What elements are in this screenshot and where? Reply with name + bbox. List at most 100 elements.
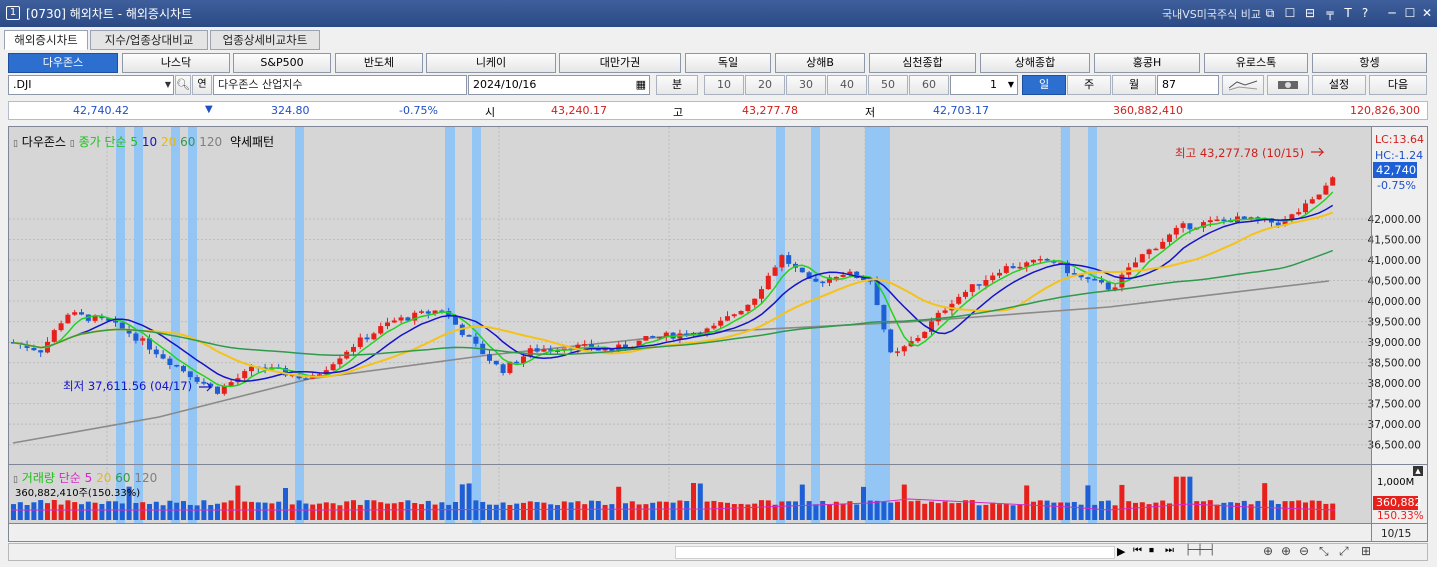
link-button[interactable]: 연 [192,75,212,95]
volume-bar [840,503,846,520]
bars-field[interactable]: 87 [1157,75,1219,95]
volume-bar [194,505,200,520]
close-icon[interactable]: ✕ [1419,5,1435,21]
vol-legend-name: 거래량 [21,471,55,485]
candle-body [1323,185,1329,195]
candle-body [140,338,146,341]
volume-bar [779,501,785,520]
market-button-6[interactable]: 독일 [685,53,771,73]
pin-icon[interactable]: ╤ [1322,5,1338,21]
layout-icon[interactable]: ☐ [1282,5,1298,21]
rewind-icon[interactable]: ⏮ [1133,545,1142,556]
market-button-10[interactable]: 홍콩H [1094,53,1200,73]
text-icon[interactable]: T [1340,5,1356,21]
volume-bar [153,501,159,520]
zoom-out-icon[interactable]: ⊖ [1299,544,1309,558]
candle-body [901,346,907,352]
calendar-icon[interactable]: ▦ [636,76,646,94]
search-icon[interactable]: 🔍︎ [175,75,191,95]
zoom-fit-icon[interactable]: ⊞ [1361,544,1371,558]
minimize-icon[interactable]: ─ [1384,5,1400,21]
collapse-icon[interactable]: ▲ [1413,466,1423,476]
min-40-button[interactable]: 40 [827,75,867,95]
volume-bar [72,502,78,520]
expand-icon[interactable]: ⤡ [1319,544,1329,559]
min-30-button[interactable]: 30 [786,75,826,95]
scroll-right-icon[interactable]: ▶ [1117,545,1125,558]
legend-ma-type: 단순 [104,135,127,149]
market-button-4[interactable]: 니케이 [426,53,556,73]
search-zoom-icon[interactable]: ⊕ [1263,544,1273,558]
draw-tool-icon[interactable] [1222,75,1264,95]
volume-pane [9,466,1371,522]
tab-overseas-chart[interactable]: 해외증시차트 [4,30,88,50]
fullscreen-icon[interactable]: ⤢ [1339,544,1349,559]
compare-link[interactable]: 국내VS미국주식 비교 [1162,6,1261,22]
market-button-8[interactable]: 심천종합 [869,53,976,73]
market-button-1[interactable]: 나스닥 [122,53,230,73]
volume-bar [1262,483,1268,520]
market-button-9[interactable]: 상해종합 [980,53,1090,73]
volume-bar [636,504,642,520]
candle-body [1173,227,1179,235]
maximize-icon[interactable]: ☐ [1402,5,1418,21]
count-value: 1 [990,78,997,91]
volume-bar [11,504,16,520]
settings-button[interactable]: 설정 [1312,75,1366,95]
volume-bar [881,501,887,520]
market-button-12[interactable]: 항셍 [1312,53,1427,73]
week-button[interactable]: 주 [1067,75,1111,95]
tab-sector-compare[interactable]: 업종상세비교차트 [210,30,320,50]
date-field[interactable]: 2024/10/16 ▦ [468,75,650,95]
volume: 360,882,410 [1113,104,1183,117]
vol-legend-ma60: 60 [115,471,131,485]
y-tick-label: 38,500.00 [1368,358,1421,370]
day-button[interactable]: 일 [1022,75,1066,95]
tab-index-compare[interactable]: 지수/업종상대비교 [90,30,208,50]
market-button-11[interactable]: 유로스톡 [1204,53,1308,73]
market-button-5[interactable]: 대만가권 [559,53,681,73]
volume-bar [303,503,309,520]
last-price-tag: 42,740 [1373,162,1417,178]
min-20-button[interactable]: 20 [745,75,785,95]
stop-icon[interactable]: ⏹ [1149,545,1154,556]
min-60-button[interactable]: 60 [909,75,949,95]
market-button-0[interactable]: 다우존스 [8,53,118,73]
popup-icon[interactable]: ⧉ [1262,5,1278,21]
gear-icon [1278,81,1298,89]
volume-bar [412,502,418,520]
dropdown-icon[interactable]: ▼ [1008,76,1014,94]
minimize-panel-icon[interactable]: ⊟ [1302,5,1318,21]
symbol-select[interactable]: .DJI ▼ [8,75,174,95]
price-chart[interactable]: 42,000.00 41,500.00 41,000.00 40,500.00 40,0… [9,127,1427,541]
next-button[interactable]: 다음 [1369,75,1427,95]
count-spinner[interactable]: 1 ▼ [950,75,1018,95]
min-10-button[interactable]: 10 [704,75,744,95]
pattern-band [445,127,455,523]
volume-bar [1187,476,1193,520]
legend-toggle-icon[interactable]: ▯ [70,139,75,149]
market-button-2[interactable]: S&P500 [233,53,331,73]
market-button-3[interactable]: 반도체 [335,53,423,73]
legend-toggle-icon[interactable]: ▯ [13,139,18,149]
zoom-in-icon[interactable]: ⊕ [1281,544,1291,558]
scroll-thumb[interactable] [675,546,1115,559]
candle-body [1139,254,1145,263]
minute-button[interactable]: 분 [656,75,698,95]
chart-tool-icon[interactable] [1267,75,1309,95]
volume-bar [357,504,363,520]
candle-body [174,364,180,367]
candle-body [1330,177,1336,186]
market-button-7[interactable]: 상해B [775,53,865,73]
candle-body [51,330,57,342]
candle-body [500,364,506,373]
help-icon[interactable]: ? [1357,5,1373,21]
min-50-button[interactable]: 50 [868,75,908,95]
chart-area[interactable]: 42,000.00 41,500.00 41,000.00 40,500.00 40,0… [8,126,1428,542]
horizontal-scrollbar[interactable]: ▶ ⏮ ⏹ ⏭ ├─┼─┤ ⊕ ⊕ ⊖ ⤡ ⤢ ⊞ [8,543,1428,561]
forward-icon[interactable]: ⏭ [1165,545,1174,556]
candle-body [378,326,384,334]
volume-bar [1133,502,1138,520]
zoom-range-icon[interactable]: ├─┼─┤ [1185,545,1215,556]
month-button[interactable]: 월 [1112,75,1156,95]
